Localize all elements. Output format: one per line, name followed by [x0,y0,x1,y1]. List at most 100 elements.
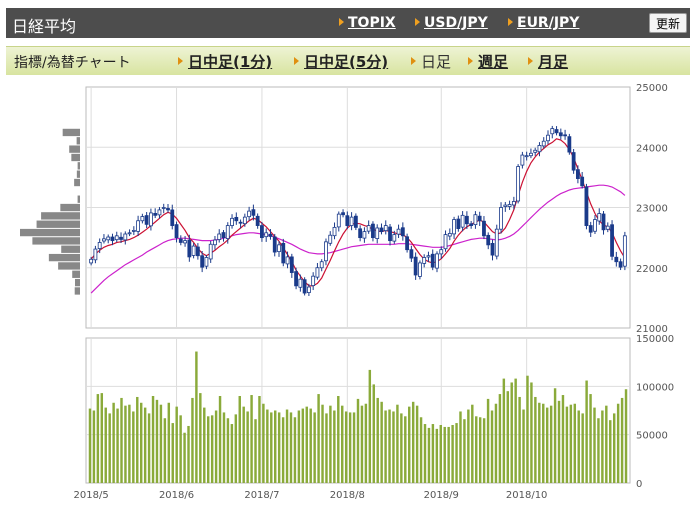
volume-bar [88,408,92,483]
candle-body [605,225,610,230]
volume-profile-bar [36,220,80,228]
y-tick-label: 24000 [636,143,668,154]
y-tick-label: 100000 [636,382,674,393]
candle-body [418,262,422,277]
volume-bar [226,418,230,483]
volume-bar [171,423,174,483]
volume-profile-bar [48,253,80,262]
volume-bar [337,396,340,483]
volume-bar [514,378,517,483]
candle-body [114,235,119,241]
candle-body [153,213,158,216]
volume-bar [147,413,151,483]
volume-bar [305,406,308,483]
volume-bar [128,404,131,483]
volume-bar [356,398,360,483]
candle-body [89,258,94,264]
candle-body [358,228,363,239]
volume-bar [266,409,269,483]
candle-body [272,236,277,253]
volume-bar [384,410,387,483]
volume-bar [104,407,107,483]
volume-bar [561,395,565,483]
candle-body [554,129,559,134]
volume-bar [538,402,541,483]
volume-profile-bar [74,178,80,187]
volume-bar [179,415,182,483]
candle-body [234,216,239,222]
volume-bar [92,410,96,483]
volume-bar [400,413,403,483]
candle-body [93,248,98,261]
volume-bar [589,394,592,483]
candle-body [435,253,439,269]
volume-profile-bar [72,270,80,278]
candle-body [507,204,512,207]
volume-bar [258,396,261,483]
volume-bar [415,405,419,483]
candle-body [102,238,106,242]
volume-bar [380,401,383,483]
candle-body [601,213,606,231]
candle-body [255,215,260,226]
volume-bar [471,404,474,483]
candle-body [610,224,614,257]
volume-bar [281,417,285,483]
volume-bar [333,410,336,483]
volume-bar [616,403,620,483]
candle-body [97,242,102,249]
volume-bar [352,412,356,483]
candle-body [319,261,324,269]
candle-body [524,155,529,158]
candle-body [106,236,111,241]
candle-body [520,154,525,166]
volume-bar [502,378,506,483]
candle-body [225,225,230,239]
candle-body [456,218,461,229]
volume-bar [601,410,604,483]
volume-bar [388,409,391,483]
candle-body [247,210,252,218]
candle-body [439,249,444,255]
volume-profile-bar [41,212,80,220]
candle-body [593,219,597,232]
candle-body [511,201,516,206]
volume-bar [274,410,277,483]
volume-bar [203,407,206,483]
candle-body [298,278,303,288]
candle-body [413,256,418,276]
volume-bar [411,401,415,483]
candle-body [149,212,153,227]
candle-body [447,233,452,237]
candle-body [452,219,456,235]
candle-body [460,214,465,228]
candle-body [119,236,123,240]
candle-body [422,257,427,264]
volume-profile-bar [60,203,80,212]
candle-body [161,207,166,209]
volume-bar [317,394,320,483]
candle-body [541,140,546,147]
volume-bar [214,410,218,483]
volume-bar [534,396,537,483]
volume-bar [549,405,553,483]
candle-body [144,215,149,225]
volume-bar [301,408,305,483]
volume-bar [96,394,100,483]
volume-bar [557,400,561,483]
candle-body [503,204,508,207]
candle-body [392,234,397,242]
candle-body [443,234,448,250]
candle-body [213,239,217,246]
volume-bar [427,427,431,483]
volume-bar [593,407,596,483]
candle-body [294,271,298,287]
candle-body [409,249,414,259]
volume-profile-bar [77,162,80,170]
volume-bar [447,426,450,483]
x-tick-label: 2018/5 [74,490,109,501]
volume-bar [545,407,549,483]
y-tick-label: 50000 [636,431,668,442]
candle-body [221,232,226,239]
candle-body [388,226,392,242]
